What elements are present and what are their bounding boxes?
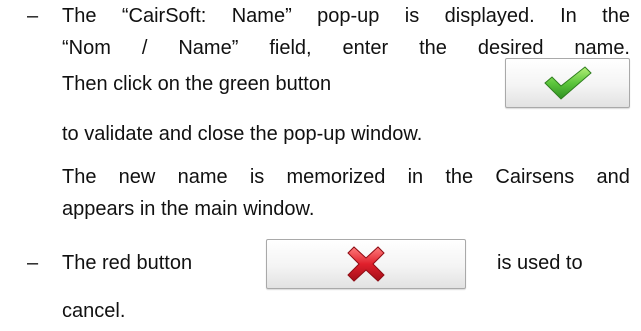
word: “Nom (62, 37, 111, 59)
bullet-dash-1: – (27, 5, 39, 27)
item2-text-after: is used to (497, 252, 583, 274)
word: the (419, 37, 447, 59)
item2-text-before: The red button (62, 252, 193, 274)
word: The (62, 166, 97, 188)
word: is (249, 166, 265, 188)
validate-button[interactable] (505, 58, 630, 108)
item1-line1: The “CairSoft: Name” pop-up is displayed… (62, 3, 630, 29)
item1-line5: The new name is memorized in the Cairsen… (62, 164, 630, 190)
item2-line2: cancel. (62, 300, 126, 322)
word: Cairsens (495, 166, 575, 188)
item1-line6: appears in the main window. (62, 198, 315, 220)
bullet-dash-2: – (27, 252, 39, 274)
word: pop-up (317, 5, 380, 27)
word: in (407, 166, 424, 188)
word: field, (269, 37, 312, 59)
word: Name” (231, 5, 292, 27)
item1-line3: Then click on the green button (62, 73, 332, 95)
word: is (404, 5, 420, 27)
word: displayed. (444, 5, 535, 27)
word: “CairSoft: (121, 5, 207, 27)
word: / (141, 37, 148, 59)
word: name (177, 166, 228, 188)
word: The (62, 5, 97, 27)
item1-line4: to validate and close the pop-up window. (62, 123, 423, 145)
word: Name” (178, 37, 239, 59)
word: the (602, 5, 630, 27)
green-checkmark-icon (543, 66, 592, 100)
word: and (596, 166, 630, 188)
red-cross-icon (347, 246, 385, 282)
cancel-button[interactable] (266, 239, 466, 289)
word: In (560, 5, 577, 27)
word: memorized (286, 166, 386, 188)
word: new (118, 166, 156, 188)
word: enter (342, 37, 389, 59)
word: the (445, 166, 474, 188)
